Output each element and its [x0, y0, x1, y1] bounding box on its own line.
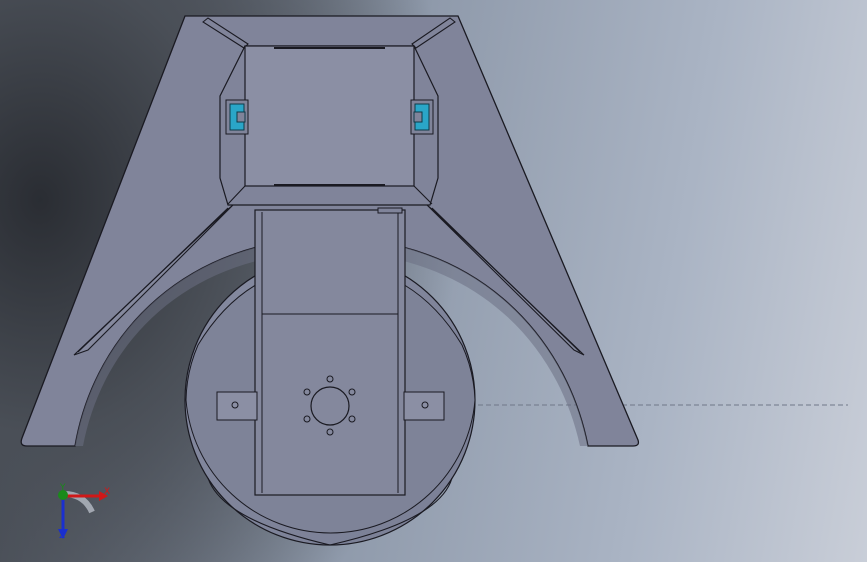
cad-graphics-viewport[interactable]: X Y Z: [0, 0, 867, 562]
bearing-left[interactable]: [225, 99, 249, 135]
bearing-right[interactable]: [410, 99, 434, 135]
x-axis-label: X: [104, 487, 111, 497]
orientation-triad[interactable]: X Y Z: [44, 482, 114, 547]
motor-housing[interactable]: [219, 45, 439, 206]
mount-tab-right[interactable]: [403, 391, 445, 421]
y-axis-label: Y: [60, 483, 66, 493]
motor-housing-face: [244, 45, 415, 187]
vertical-bracket[interactable]: [254, 207, 406, 496]
mount-tab-left[interactable]: [216, 391, 258, 421]
z-axis-label: Z: [59, 531, 66, 541]
fender-assembly-model[interactable]: [0, 0, 867, 562]
